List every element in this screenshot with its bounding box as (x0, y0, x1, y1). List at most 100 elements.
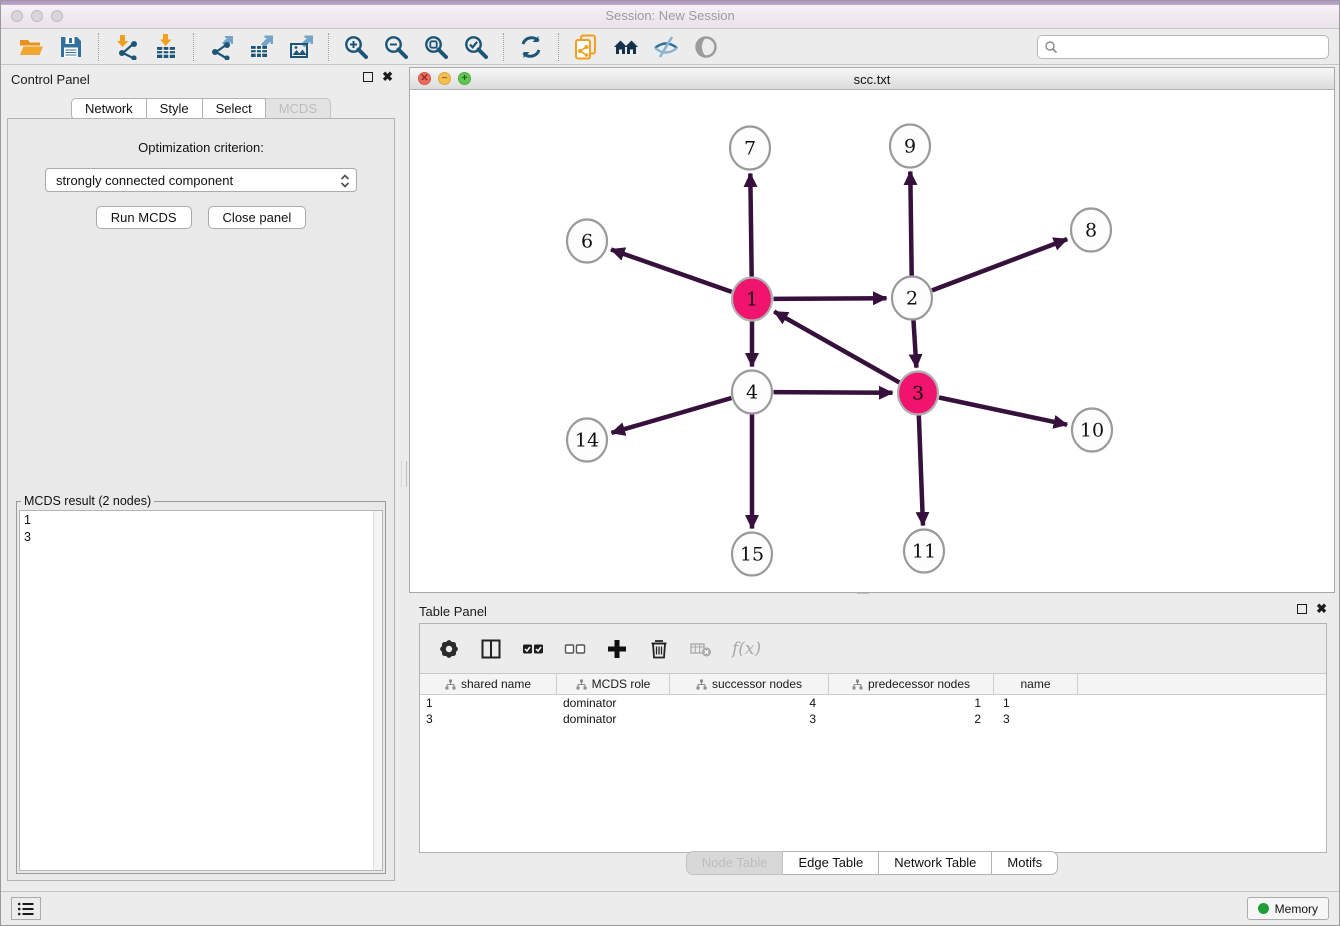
eye-slash-icon (653, 34, 679, 60)
vertical-splitter-handle[interactable] (401, 461, 407, 487)
column-header-name[interactable]: name (994, 674, 1078, 694)
run-mcds-button[interactable]: Run MCDS (96, 206, 192, 229)
zoom-selected-button[interactable] (456, 31, 496, 63)
export-image-icon (288, 34, 314, 60)
column-header-shared-name[interactable]: shared name (420, 674, 557, 694)
zoom-in-button[interactable] (336, 31, 376, 63)
search-field[interactable] (1037, 35, 1329, 59)
homes-icon (613, 34, 639, 60)
edge-1-2[interactable] (774, 298, 887, 299)
zoom-out-icon (383, 34, 409, 60)
select-all-icon[interactable] (522, 638, 544, 660)
eye-icon (693, 34, 719, 60)
table-row[interactable]: 1dominator411 (420, 695, 1326, 711)
zoom-out-button[interactable] (376, 31, 416, 63)
tab-motifs[interactable]: Motifs (992, 851, 1058, 875)
edge-4-3[interactable] (774, 392, 893, 393)
table-cell[interactable]: 1 (829, 695, 994, 711)
node-label-3: 3 (912, 383, 924, 405)
settings-gear-icon[interactable] (438, 638, 460, 660)
column-header-successor-nodes[interactable]: successor nodes (670, 674, 829, 694)
titlebar: Session: New Session (1, 1, 1339, 29)
tab-style[interactable]: Style (147, 98, 203, 120)
delete-column-icon[interactable] (648, 638, 670, 660)
control-panel: Control Panel ✖ NetworkStyleSelectMCDS O… (1, 65, 401, 891)
import-table-icon (153, 34, 179, 60)
toolbar-separator (328, 33, 329, 61)
memory-status-icon (1258, 903, 1269, 914)
clone-network-button[interactable] (566, 31, 606, 63)
network-canvas[interactable]: 7968124314101511 (410, 90, 1334, 592)
column-header-MCDS-role[interactable]: MCDS role (557, 674, 670, 694)
export-image-button[interactable] (281, 31, 321, 63)
column-label: successor nodes (712, 677, 802, 691)
edge-2-3[interactable] (913, 320, 916, 368)
table-cell[interactable]: 2 (829, 711, 994, 727)
close-panel-button[interactable]: Close panel (208, 206, 307, 229)
zoom-fit-button[interactable] (416, 31, 456, 63)
tab-edge-table[interactable]: Edge Table (783, 851, 879, 875)
table-cell[interactable]: 3 (994, 711, 1078, 727)
save-session-button[interactable] (51, 31, 91, 63)
hide-selected-button[interactable] (646, 31, 686, 63)
network-window-title: scc.txt (410, 72, 1334, 87)
task-history-button[interactable] (11, 897, 41, 920)
clone-network-icon (573, 34, 599, 60)
mcds-panel: Optimization criterion: strongly connect… (7, 118, 395, 881)
memory-button[interactable]: Memory (1247, 897, 1329, 920)
table-cell[interactable]: dominator (557, 695, 670, 711)
table-cell[interactable]: 3 (670, 711, 829, 727)
open-session-button[interactable] (11, 31, 51, 63)
network-window: ✕ − + scc.txt 7968124314101511 (409, 67, 1335, 593)
node-label-15: 15 (740, 544, 764, 566)
edge-2-8[interactable] (932, 239, 1067, 290)
tab-network-table[interactable]: Network Table (879, 851, 992, 875)
network-window-titlebar[interactable]: ✕ − + scc.txt (410, 68, 1334, 90)
table-cell[interactable]: 1 (420, 695, 557, 711)
network-graph[interactable]: 7968124314101511 (410, 90, 1334, 592)
table-tabs: Node TableEdge TableNetwork TableMotifs (409, 851, 1335, 875)
node-label-11: 11 (912, 541, 936, 563)
table-row[interactable]: 3dominator323 (420, 711, 1326, 727)
float-panel-icon[interactable] (363, 72, 373, 82)
table-cell[interactable]: 1 (994, 695, 1078, 711)
table-cell[interactable]: dominator (557, 711, 670, 727)
result-scrollbar[interactable] (373, 511, 382, 870)
edge-2-9[interactable] (910, 172, 911, 277)
edge-3-11[interactable] (919, 415, 923, 526)
edge-1-6[interactable] (611, 250, 732, 292)
tab-select[interactable]: Select (203, 98, 266, 120)
delete-table-icon (690, 638, 712, 660)
show-all-button[interactable] (686, 31, 726, 63)
import-network-button[interactable] (106, 31, 146, 63)
criterion-dropdown[interactable]: strongly connected component (45, 168, 357, 192)
refresh-icon (518, 34, 544, 60)
edge-4-14[interactable] (612, 398, 732, 433)
window-title: Session: New Session (1, 8, 1339, 23)
first-neighbors-button[interactable] (606, 31, 646, 63)
edge-1-7[interactable] (750, 174, 751, 278)
search-input[interactable] (1058, 39, 1322, 55)
table-cell[interactable]: 3 (420, 711, 557, 727)
column-header-predecessor-nodes[interactable]: predecessor nodes (829, 674, 994, 694)
result-line: 3 (24, 529, 378, 546)
table-body: 1dominator4113dominator323 (420, 695, 1326, 727)
split-panel-icon[interactable] (480, 638, 502, 660)
refresh-button[interactable] (511, 31, 551, 63)
close-panel-icon[interactable]: ✖ (382, 71, 393, 83)
table-cell[interactable]: 4 (670, 695, 829, 711)
export-table-button[interactable] (241, 31, 281, 63)
close-table-panel-icon[interactable]: ✖ (1316, 603, 1327, 615)
tab-network[interactable]: Network (71, 98, 147, 120)
node-label-1: 1 (746, 289, 758, 311)
tab-mcds[interactable]: MCDS (266, 98, 331, 120)
deselect-all-icon[interactable] (564, 638, 586, 660)
float-table-panel-icon[interactable] (1297, 604, 1307, 614)
tab-node-table[interactable]: Node Table (686, 851, 784, 875)
edge-3-10[interactable] (939, 398, 1067, 425)
mcds-result-list[interactable]: 13 (19, 510, 383, 871)
export-network-button[interactable] (201, 31, 241, 63)
add-column-icon[interactable] (606, 638, 628, 660)
edge-3-1[interactable] (774, 312, 899, 383)
import-table-button[interactable] (146, 31, 186, 63)
